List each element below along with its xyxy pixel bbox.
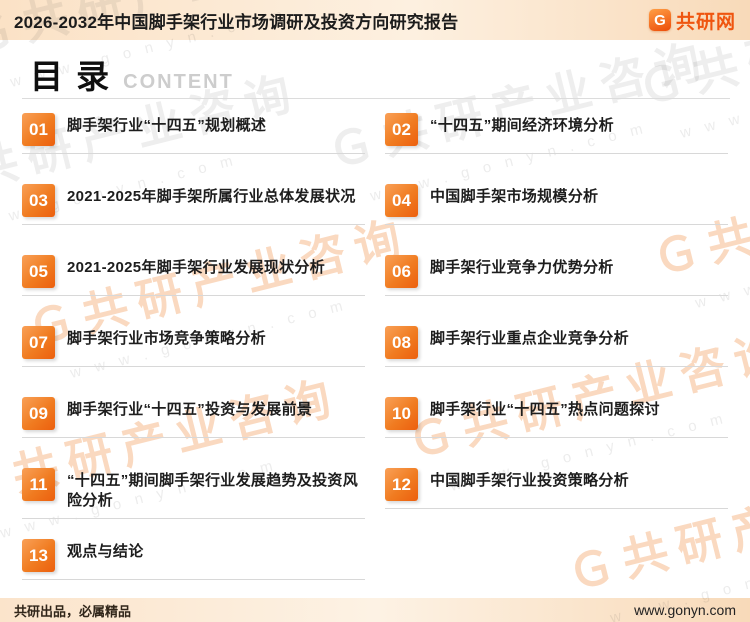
toc-item[interactable]: 07 脚手架行业市场竞争策略分析 (22, 326, 365, 397)
toc-item-label: 2021-2025年脚手架行业发展现状分析 (67, 259, 326, 276)
toc-item-number: 03 (22, 184, 55, 217)
page-title-english: CONTENT (123, 71, 234, 93)
toc-item-label: 脚手架行业重点企业竞争分析 (430, 330, 629, 347)
footer-website-link[interactable]: www.gonyn.com (634, 602, 736, 618)
toc-grid: 01 脚手架行业“十四五”规划概述 03 2021-2025年脚手架所属行业总体… (0, 113, 750, 610)
toc-item[interactable]: 05 2021-2025年脚手架行业发展现状分析 (22, 255, 365, 326)
toc-item-number: 07 (22, 326, 55, 359)
toc-item[interactable]: 02 “十四五”期间经济环境分析 (385, 113, 728, 184)
footer-bar: 共研出品，必属精品 www.gonyn.com (0, 598, 750, 622)
toc-item[interactable]: 01 脚手架行业“十四五”规划概述 (22, 113, 365, 184)
toc-item[interactable]: 12 中国脚手架行业投资策略分析 (385, 468, 728, 539)
toc-item-number: 13 (22, 539, 55, 572)
toc-item-label: “十四五”期间脚手架行业发展趋势及投资风险分析 (67, 472, 359, 509)
toc-item-number: 09 (22, 397, 55, 430)
toc-item-label: 观点与结论 (67, 543, 144, 560)
toc-item[interactable]: 10 脚手架行业“十四五”热点问题探讨 (385, 397, 728, 468)
toc-item[interactable]: 04 中国脚手架市场规模分析 (385, 184, 728, 255)
toc-item-number: 11 (22, 468, 55, 501)
brand-name: 共研网 (675, 11, 736, 33)
toc-item-label: 中国脚手架行业投资策略分析 (430, 472, 629, 489)
toc-item[interactable]: 06 脚手架行业竞争力优势分析 (385, 255, 728, 326)
toc-item[interactable]: 09 脚手架行业“十四五”投资与发展前景 (22, 397, 365, 468)
toc-column-left: 01 脚手架行业“十四五”规划概述 03 2021-2025年脚手架所属行业总体… (22, 113, 365, 610)
toc-item-label: 脚手架行业“十四五”热点问题探讨 (430, 401, 660, 418)
page-title: 目 录 (30, 58, 112, 95)
toc-item-number: 12 (385, 468, 418, 501)
toc-item-number: 04 (385, 184, 418, 217)
toc-item[interactable]: 11 “十四五”期间脚手架行业发展趋势及投资风险分析 (22, 468, 365, 539)
toc-item-number: 08 (385, 326, 418, 359)
toc-item-label: 中国脚手架市场规模分析 (430, 188, 599, 205)
toc-item-label: “十四五”期间经济环境分析 (430, 117, 614, 134)
logo-mark-icon: G (648, 9, 671, 31)
brand-logo[interactable]: G 共研网 (648, 7, 736, 34)
toc-item-label: 2021-2025年脚手架所属行业总体发展状况 (67, 188, 356, 205)
toc-item-number: 02 (385, 113, 418, 146)
toc-item[interactable]: 08 脚手架行业重点企业竞争分析 (385, 326, 728, 397)
toc-item-number: 05 (22, 255, 55, 288)
toc-item-number: 06 (385, 255, 418, 288)
toc-heading-block: 目 录 CONTENT (0, 40, 750, 99)
footer-slogan: 共研出品，必属精品 (14, 603, 132, 619)
toc-item[interactable]: 03 2021-2025年脚手架所属行业总体发展状况 (22, 184, 365, 255)
report-title: 2026-2032年中国脚手架行业市场调研及投资方向研究报告 (14, 12, 459, 32)
header-bar: 2026-2032年中国脚手架行业市场调研及投资方向研究报告 G 共研网 (0, 0, 750, 40)
report-toc-page: 2026-2032年中国脚手架行业市场调研及投资方向研究报告 G 共研网 Ｇ共研… (0, 0, 750, 622)
heading-divider (22, 98, 730, 99)
toc-item-number: 10 (385, 397, 418, 430)
toc-item-label: 脚手架行业“十四五”规划概述 (67, 117, 267, 134)
toc-item-number: 01 (22, 113, 55, 146)
toc-item-label: 脚手架行业市场竞争策略分析 (67, 330, 266, 347)
toc-item-label: 脚手架行业竞争力优势分析 (430, 259, 614, 276)
toc-item-label: 脚手架行业“十四五”投资与发展前景 (67, 401, 313, 418)
toc-column-right: 02 “十四五”期间经济环境分析 04 中国脚手架市场规模分析 06 脚手架行业… (385, 113, 728, 610)
